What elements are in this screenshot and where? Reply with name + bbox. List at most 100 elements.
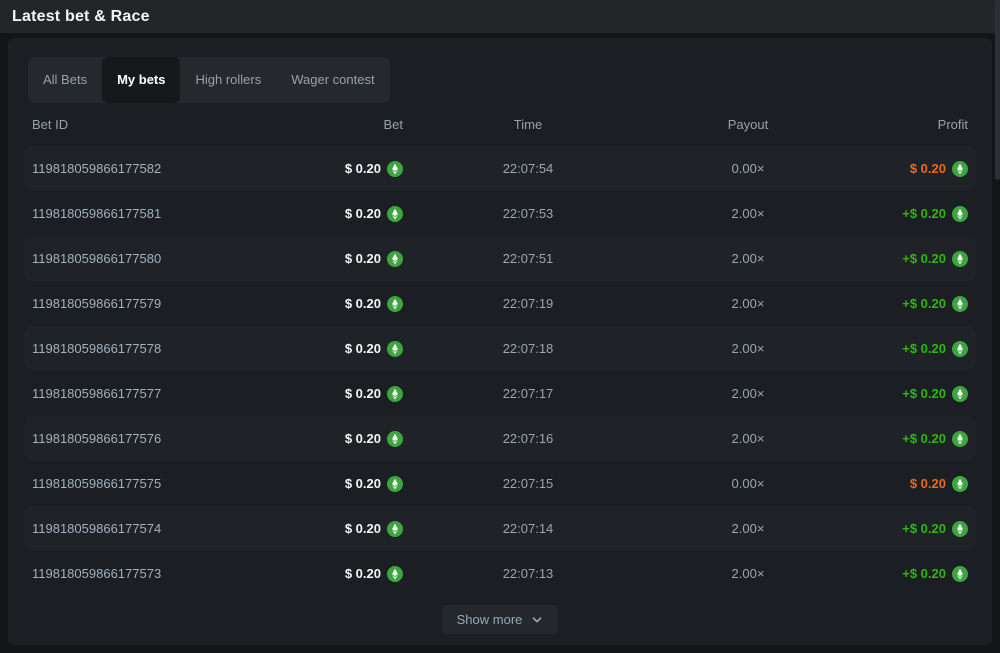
tab-wager-contest[interactable]: Wager contest xyxy=(276,57,389,103)
green-coin-icon xyxy=(387,161,403,177)
bet-id-cell: 119818059866177573 xyxy=(32,566,272,581)
column-header-payout: Payout xyxy=(653,117,843,132)
profit-value: +$ 0.20 xyxy=(902,296,946,311)
profit-value: +$ 0.20 xyxy=(902,206,946,221)
profit-cell: +$ 0.20 xyxy=(843,566,968,582)
table-body: 119818059866177582$ 0.2022:07:540.00×$ 0… xyxy=(24,146,976,596)
section-header: Latest bet & Race xyxy=(0,0,1000,33)
bet-id-cell: 119818059866177576 xyxy=(32,431,272,446)
table-row[interactable]: 119818059866177579 $ 0.20 22:07:192.00× +$ … xyxy=(24,281,976,326)
tab-high-rollers[interactable]: High rollers xyxy=(180,57,276,103)
table-row[interactable]: 119818059866177575$ 0.2022:07:150.00×$ 0… xyxy=(24,461,976,506)
bet-amount-value: $ 0.20 xyxy=(345,386,381,401)
bet-id-cell: 119818059866177574 xyxy=(32,521,272,536)
table-row[interactable]: 119818059866177573$ 0.2022:07:132.00×+$ … xyxy=(24,551,976,596)
profit-cell: $ 0.20 xyxy=(843,476,968,492)
tab-my-bets[interactable]: My bets xyxy=(102,57,180,103)
green-coin-icon xyxy=(387,476,403,492)
time-cell: 22:07:14 xyxy=(403,521,653,536)
tab-all-bets[interactable]: All Bets xyxy=(28,57,102,103)
bet-amount-value: $ 0.20 xyxy=(345,431,381,446)
payout-cell: 2.00× xyxy=(653,386,843,401)
bet-id-cell: 119818059866177580 xyxy=(32,251,272,266)
green-coin-icon xyxy=(387,431,403,447)
green-coin-icon xyxy=(952,566,968,582)
bets-table: Bet IDBetTimePayoutProfit 11981805986617… xyxy=(24,103,976,596)
bet-amount-value: $ 0.20 xyxy=(345,296,381,311)
green-coin-icon xyxy=(387,341,403,357)
table-row[interactable]: 119818059866177576$ 0.2022:07:162.00×+$ … xyxy=(24,416,976,461)
bet-amount-value: $ 0.20 xyxy=(345,341,381,356)
table-row[interactable]: 119818059866177580$ 0.2022:07:512.00×+$ … xyxy=(24,236,976,281)
bet-amount-cell: $ 0.20 xyxy=(272,161,403,177)
time-cell: 22:07:15 xyxy=(403,476,653,491)
bet-id-cell: 119818059866177582 xyxy=(32,161,272,176)
bet-id-cell: 119818059866177579 xyxy=(32,296,272,311)
column-header-time: Time xyxy=(403,117,653,132)
bet-amount-cell: $ 0.20 xyxy=(272,386,403,402)
time-cell: 22:07:51 xyxy=(403,251,653,266)
bet-amount-cell: $ 0.20 xyxy=(272,341,403,357)
profit-value: +$ 0.20 xyxy=(902,566,946,581)
chevron-down-icon xyxy=(531,614,543,626)
bet-id-cell: 119818059866177577 xyxy=(32,386,272,401)
profit-value: +$ 0.20 xyxy=(902,521,946,536)
profit-value: +$ 0.20 xyxy=(902,386,946,401)
green-coin-icon xyxy=(952,206,968,222)
bet-amount-cell: $ 0.20 xyxy=(272,566,403,582)
payout-cell: 2.00× xyxy=(653,341,843,356)
page-scrollbar[interactable] xyxy=(995,0,1000,653)
bet-amount-cell: $ 0.20 xyxy=(272,431,403,447)
green-coin-icon xyxy=(387,521,403,537)
profit-cell: +$ 0.20 xyxy=(843,521,968,537)
bet-amount-value: $ 0.20 xyxy=(345,476,381,491)
bet-amount-cell: $ 0.20 xyxy=(272,296,403,312)
table-header-row: Bet IDBetTimePayoutProfit xyxy=(24,103,976,146)
green-coin-icon xyxy=(952,341,968,357)
table-row[interactable]: 119818059866177578$ 0.2022:07:182.00×+$ … xyxy=(24,326,976,371)
profit-value: +$ 0.20 xyxy=(902,251,946,266)
profit-cell: +$ 0.20 xyxy=(843,206,968,222)
payout-cell: 2.00× xyxy=(653,566,843,581)
show-more-button[interactable]: Show more xyxy=(442,605,559,634)
bet-amount-cell: $ 0.20 xyxy=(272,521,403,537)
bet-amount-value: $ 0.20 xyxy=(345,161,381,176)
time-cell: 22:07:19 xyxy=(403,296,653,311)
page-title: Latest bet & Race xyxy=(12,8,150,26)
bet-amount-cell: $ 0.20 xyxy=(272,476,403,492)
payout-cell: 2.00× xyxy=(653,206,843,221)
time-cell: 22:07:17 xyxy=(403,386,653,401)
payout-cell: 2.00× xyxy=(653,296,843,311)
green-coin-icon xyxy=(952,476,968,492)
profit-value: +$ 0.20 xyxy=(902,431,946,446)
table-row[interactable]: 119818059866177577 $ 0.20 22:07:172.00× +$ … xyxy=(24,371,976,416)
column-header-profit: Profit xyxy=(843,117,968,132)
bets-tab-bar: All BetsMy betsHigh rollersWager contest xyxy=(28,57,390,103)
green-coin-icon xyxy=(387,386,403,402)
column-header-bet-id: Bet ID xyxy=(32,117,272,132)
show-more-label: Show more xyxy=(457,612,523,627)
green-coin-icon xyxy=(952,521,968,537)
bet-amount-value: $ 0.20 xyxy=(345,566,381,581)
column-header-bet: Bet xyxy=(272,117,403,132)
green-coin-icon xyxy=(387,251,403,267)
green-coin-icon xyxy=(952,431,968,447)
profit-cell: +$ 0.20 xyxy=(843,296,968,312)
scrollbar-thumb[interactable] xyxy=(995,0,1000,180)
green-coin-icon xyxy=(387,566,403,582)
green-coin-icon xyxy=(952,161,968,177)
bet-amount-cell: $ 0.20 xyxy=(272,206,403,222)
profit-cell: $ 0.20 xyxy=(843,161,968,177)
bet-amount-value: $ 0.20 xyxy=(345,251,381,266)
payout-cell: 2.00× xyxy=(653,431,843,446)
profit-cell: +$ 0.20 xyxy=(843,341,968,357)
payout-cell: 0.00× xyxy=(653,476,843,491)
table-row[interactable]: 119818059866177574$ 0.2022:07:142.00× +$ … xyxy=(24,506,976,551)
green-coin-icon xyxy=(952,296,968,312)
table-row[interactable]: 119818059866177582$ 0.2022:07:540.00×$ 0… xyxy=(24,146,976,191)
table-row[interactable]: 119818059866177581$ 0.2022:07:532.00×+$ … xyxy=(24,191,976,236)
time-cell: 22:07:53 xyxy=(403,206,653,221)
time-cell: 22:07:54 xyxy=(403,161,653,176)
bets-panel: All BetsMy betsHigh rollersWager contest… xyxy=(8,38,992,645)
payout-cell: 2.00× xyxy=(653,521,843,536)
